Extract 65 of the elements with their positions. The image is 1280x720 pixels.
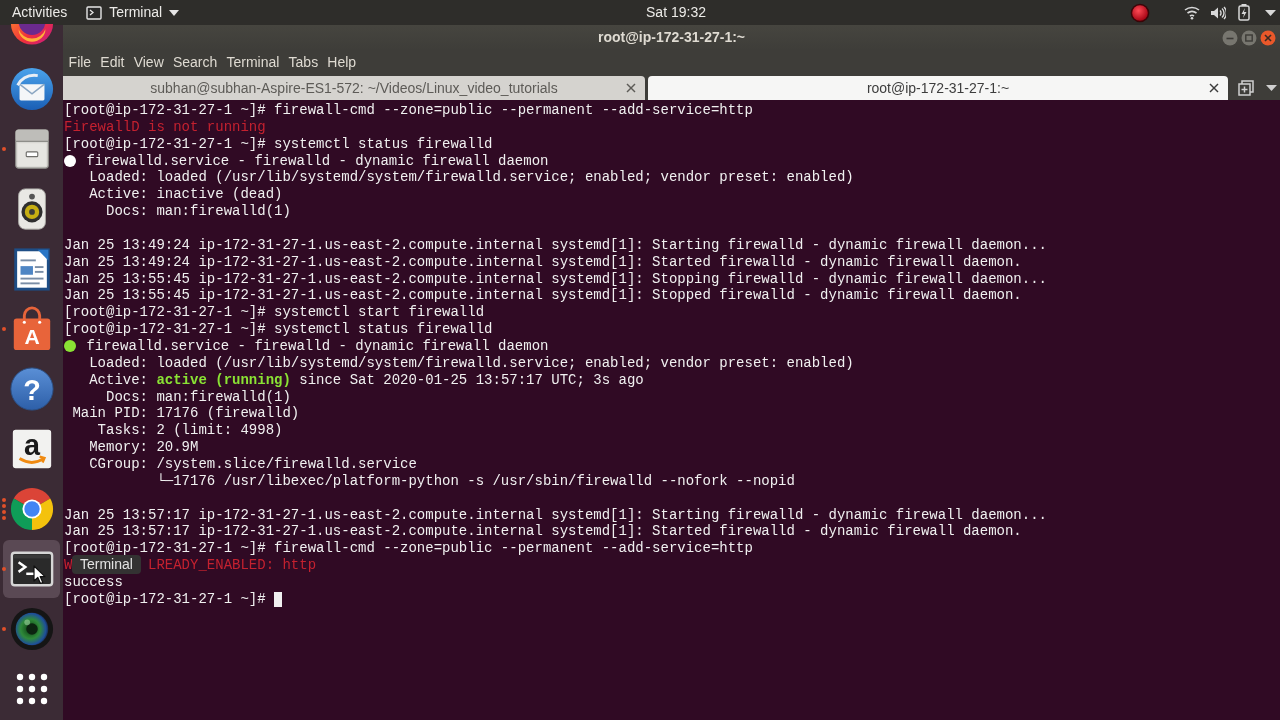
help-icon: ? — [8, 366, 55, 412]
output-line: Docs: man:firewalld(1) — [105, 388, 291, 406]
prompt-line: [root@ip-172-31-27-1 ~]# systemctl status firewalld — [64, 135, 493, 153]
output-line: Jan 25 13:49:24 ip-172-31-27-1.us-east-2.compute.internal systemd[1]: Started firewalld - dynamic firewall daemon. — [64, 253, 1022, 271]
dock-item[interactable] — [3, 540, 60, 598]
mail-icon — [8, 66, 55, 112]
menu-item[interactable]: File — [64, 50, 96, 75]
clock[interactable]: Sat 19:32 — [646, 0, 706, 25]
output-line: Main PID: 17176 (firewalld) — [71, 405, 300, 423]
output-line: Memory: 20.9M — [88, 439, 199, 457]
app-menu-button[interactable]: Terminal — [86, 0, 180, 25]
output-line: Jan 25 13:57:17 ip-172-31-27-1.us-east-2.compute.internal systemd[1]: Started firewalld - dynamic firewall daemon. — [64, 523, 1022, 541]
prompt-line: [root@ip-172-31-27-1 ~]# firewall-cmd --zone=public --permanent --add-service=http — [64, 102, 753, 119]
camera-lens-icon — [8, 606, 55, 652]
output-line: CGroup: /system.slice/firewalld.service — [88, 456, 417, 473]
mouse-pointer-icon — [33, 565, 46, 585]
output-line: success — [64, 574, 123, 591]
prompt-line: [root@ip-172-31-27-1 ~]# firewall-cmd --zone=public --permanent --add-service=http — [64, 540, 753, 558]
output-line: Jan 25 13:55:45 ip-172-31-27-1.us-east-2.compute.internal systemd[1]: Stopping firewalld - dynamic firewall daemon... — [64, 270, 1047, 288]
output-line: Loaded: loaded (/usr/lib/systemd/system/firewalld.service; enabled; vendor preset: enabled) — [88, 354, 854, 372]
menu-item[interactable]: Help — [322, 50, 361, 75]
new-tab-icon[interactable] — [1238, 79, 1254, 96]
error-message: FirewallD is not running — [64, 118, 266, 136]
dock-item[interactable]: ? — [3, 360, 60, 418]
status-line: firewalld.service - firewalld - dynamic firewall daemon — [86, 152, 549, 170]
menu-item[interactable]: View — [129, 50, 169, 75]
error-message: W — [64, 557, 73, 575]
browser-icon — [8, 24, 55, 47]
volume-icon[interactable] — [1210, 5, 1226, 20]
close-icon[interactable] — [1209, 83, 1219, 93]
caret-icon — [169, 9, 180, 16]
prompt-line: [root@ip-172-31-27-1 ~]# systemctl start firewalld — [64, 304, 485, 322]
prompt-line: [root@ip-172-31-27-1 ~]# — [64, 590, 266, 608]
wifi-icon[interactable] — [1184, 5, 1200, 20]
menu-item[interactable]: Tabs — [284, 50, 323, 75]
tooltip: Terminal — [72, 555, 141, 574]
output-line: Jan 25 13:49:24 ip-172-31-27-1.us-east-2.compute.internal systemd[1]: Starting firewalld - dynamic firewall daemon... — [64, 236, 1047, 254]
status-line: firewalld.service - firewalld - dynamic firewall daemon — [86, 338, 549, 355]
output-line: Tasks: 2 (limit: 4998) — [96, 422, 283, 440]
output-line: └─17176 /usr/libexec/platform-python -s /usr/sbin/firewalld --nofork --nopid — [155, 472, 795, 490]
output-line: Active: inactive (dead) — [88, 186, 283, 204]
output-line: Active: active (running) since Sat 2020-01-25 13:57:17 UTC; 3s ago — [88, 371, 644, 389]
minimize-icon[interactable] — [1222, 29, 1238, 46]
output-line: Jan 25 13:55:45 ip-172-31-27-1.us-east-2.compute.internal systemd[1]: Stopped firewalld - dynamic firewall daemon. — [64, 287, 1022, 305]
prompt-line: [root@ip-172-31-27-1 ~]# systemctl status firewalld — [64, 321, 493, 339]
browser-wheel-icon — [8, 486, 55, 532]
activities-button[interactable]: Activities — [12, 0, 68, 25]
menu-item[interactable]: Search — [168, 50, 222, 75]
error-message: LREADY_ENABLED: http — [148, 557, 317, 575]
terminal-icon — [86, 5, 103, 20]
menu-item[interactable]: Edit — [95, 50, 130, 75]
output-line: Jan 25 13:57:17 ip-172-31-27-1.us-east-2.compute.internal systemd[1]: Starting firewalld - dynamic firewall daemon... — [64, 506, 1047, 524]
window-title: root@ip-172-31-27-1:~ — [597, 28, 746, 47]
caret-icon[interactable] — [1265, 9, 1276, 16]
output-line: Docs: man:firewalld(1) — [105, 203, 291, 220]
close-icon[interactable] — [626, 83, 636, 93]
menu-item[interactable]: Terminal — [221, 50, 284, 75]
dock-item[interactable]: a — [3, 420, 60, 478]
record-icon[interactable] — [1130, 2, 1150, 23]
apps-grid-icon — [15, 673, 48, 705]
tab[interactable]: root@ip-172-31-27-1:~ — [648, 76, 1228, 100]
caret-icon[interactable] — [1266, 84, 1277, 91]
battery-icon[interactable] — [1238, 4, 1250, 21]
output-line: Loaded: loaded (/usr/lib/systemd/system/firewalld.service; enabled; vendor preset: enabled) — [88, 169, 854, 187]
tab[interactable]: subhan@subhan-Aspire-ES1-572: ~/Videos/Linux_video_tutorials — [63, 76, 645, 100]
